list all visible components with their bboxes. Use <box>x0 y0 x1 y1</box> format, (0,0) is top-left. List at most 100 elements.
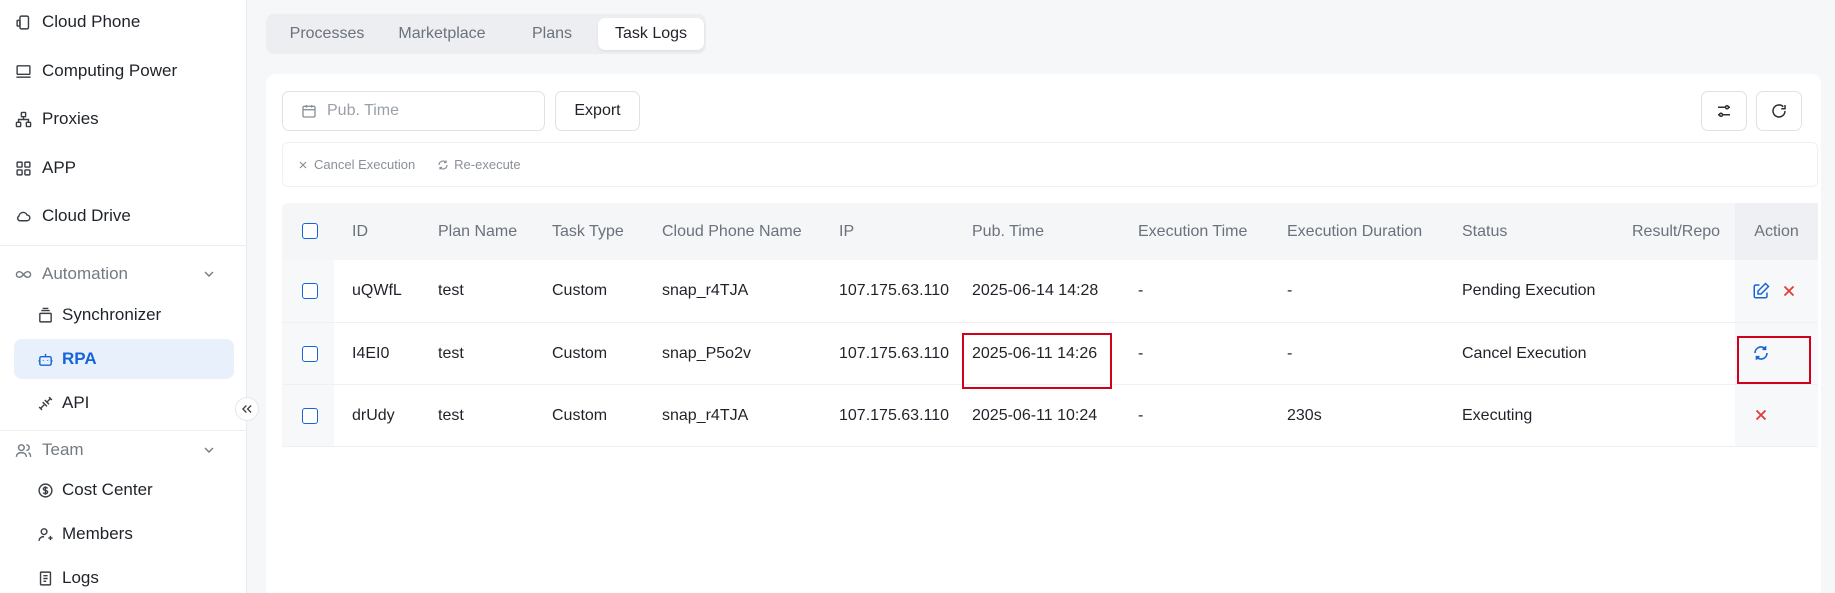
column-header-execution-time[interactable]: Execution Time <box>1138 203 1247 260</box>
sidebar-section-team[interactable]: Team <box>0 430 247 470</box>
cell-ip: 107.175.63.110 <box>839 407 950 424</box>
chevron-down-icon <box>201 442 217 458</box>
cancel-task-button[interactable] <box>1751 405 1771 425</box>
column-settings-button[interactable] <box>1701 91 1747 131</box>
column-header-execution-duration[interactable]: Execution Duration <box>1287 203 1422 260</box>
sidebar-item-api[interactable]: API <box>0 383 247 423</box>
sidebar-item-label: RPA <box>62 349 97 368</box>
re-execute-label: Re-execute <box>454 157 521 172</box>
dollar-icon <box>36 481 54 499</box>
sidebar-item-label: Cloud Drive <box>42 206 131 225</box>
row-checkbox[interactable] <box>302 346 318 362</box>
sidebar-item-computing-power[interactable]: Computing Power <box>0 51 247 91</box>
cloud-icon <box>14 207 32 225</box>
sidebar-item-cloud-phone[interactable]: Cloud Phone <box>0 2 247 42</box>
cell-ip: 107.175.63.110 <box>839 345 950 362</box>
cell-cloud-phone-name: snap_r4TJA <box>662 282 749 299</box>
cell-execution-time: - <box>1138 282 1144 299</box>
sidebar-section-automation[interactable]: Automation <box>0 254 247 294</box>
sidebar-item-logs[interactable]: Logs <box>0 558 247 593</box>
sidebar-item-members[interactable]: Members <box>0 514 247 554</box>
column-header-ip[interactable]: IP <box>839 203 854 260</box>
cloud-phone-icon <box>14 13 32 31</box>
table-row: uQWfL test Custom snap_r4TJA 107.175.63.… <box>282 260 1818 323</box>
cancel-task-button[interactable] <box>1779 281 1799 301</box>
cell-status: Pending Execution <box>1462 282 1596 299</box>
sidebar-item-proxies[interactable]: Proxies <box>0 99 247 139</box>
sliders-icon <box>1715 102 1733 120</box>
re-execute-button[interactable]: Re-execute <box>437 157 521 172</box>
synchronizer-icon <box>36 306 54 324</box>
tab-marketplace[interactable]: Marketplace <box>382 18 502 50</box>
column-header-status[interactable]: Status <box>1462 203 1507 260</box>
re-execute-task-button[interactable] <box>1751 343 1771 363</box>
infinity-icon <box>14 265 32 283</box>
edit-icon <box>1752 282 1770 300</box>
collapse-sidebar-button[interactable] <box>235 397 259 421</box>
sidebar-item-label: APP <box>42 158 77 177</box>
refresh-icon <box>1770 102 1788 120</box>
row-checkbox[interactable] <box>302 408 318 424</box>
monitor-icon <box>14 62 32 80</box>
refresh-button[interactable] <box>1756 91 1802 131</box>
column-header-id[interactable]: ID <box>352 203 368 260</box>
sidebar-item-cloud-drive[interactable]: Cloud Drive <box>0 196 247 236</box>
tab-plans[interactable]: Plans <box>502 18 602 50</box>
double-chevron-left-icon <box>240 402 254 416</box>
sidebar-item-app[interactable]: APP <box>0 148 247 188</box>
close-icon <box>1752 406 1770 424</box>
sidebar-item-synchronizer[interactable]: Synchronizer <box>0 295 247 335</box>
date-placeholder: Pub. Time <box>327 102 400 119</box>
cell-id: uQWfL <box>352 282 402 299</box>
sidebar-section-label: Automation <box>42 264 128 283</box>
column-header-task-type[interactable]: Task Type <box>552 203 624 260</box>
sidebar-section-label: Team <box>42 440 84 459</box>
cell-execution-time: - <box>1138 407 1144 424</box>
cell-ip: 107.175.63.110 <box>839 282 950 299</box>
bulk-action-bar: Cancel Execution Re-execute <box>282 142 1818 187</box>
close-icon <box>297 159 314 171</box>
cell-status: Executing <box>1462 407 1533 424</box>
column-header-result-report[interactable]: Result/Repo <box>1632 203 1732 260</box>
robot-icon <box>36 350 54 368</box>
chevron-down-icon <box>201 266 217 282</box>
sidebar-item-cost-center[interactable]: Cost Center <box>0 470 247 510</box>
apps-grid-icon <box>14 159 32 177</box>
sidebar-item-label: Cloud Phone <box>42 12 141 31</box>
cell-execution-duration: 230s <box>1287 407 1322 424</box>
tab-processes[interactable]: Processes <box>272 18 382 50</box>
sidebar-item-label: Synchronizer <box>62 305 162 324</box>
select-all-checkbox[interactable] <box>302 223 318 239</box>
row-actions <box>1735 323 1818 384</box>
column-header-plan-name[interactable]: Plan Name <box>438 203 517 260</box>
sidebar-item-label: Logs <box>62 568 99 587</box>
sidebar-item-label: API <box>62 393 90 412</box>
cancel-execution-button[interactable]: Cancel Execution <box>297 157 415 172</box>
export-button[interactable]: Export <box>555 91 640 131</box>
sidebar-item-label: Computing Power <box>42 61 178 80</box>
column-header-pub-time[interactable]: Pub. Time <box>972 203 1044 260</box>
row-checkbox[interactable] <box>302 283 318 299</box>
cell-pub-time: 2025-06-14 14:28 <box>972 282 1099 299</box>
task-logs-panel: Pub. Time Export Cancel Execution Re-exe… <box>266 74 1821 593</box>
tab-task-logs[interactable]: Task Logs <box>598 18 704 50</box>
cell-task-type: Custom <box>552 345 608 362</box>
refresh-icon <box>437 159 454 171</box>
cell-cloud-phone-name: snap_r4TJA <box>662 407 749 424</box>
column-header-cloud-phone-name[interactable]: Cloud Phone Name <box>662 203 802 260</box>
refresh-icon <box>1752 344 1770 362</box>
calendar-icon <box>301 103 317 119</box>
cell-cloud-phone-name: snap_P5o2v <box>662 345 751 362</box>
sidebar-item-label: Members <box>62 524 133 543</box>
members-icon <box>36 525 54 543</box>
cell-id: drUdy <box>352 407 395 424</box>
cell-plan-name: test <box>438 345 464 362</box>
column-header-action: Action <box>1735 203 1818 260</box>
edit-button[interactable] <box>1751 281 1771 301</box>
cancel-execution-label: Cancel Execution <box>314 157 416 172</box>
sidebar-item-label: Cost Center <box>62 480 153 499</box>
cell-execution-time: - <box>1138 345 1144 362</box>
proxies-icon <box>14 110 32 128</box>
sidebar-item-rpa[interactable]: RPA <box>14 339 234 379</box>
pub-time-date-picker[interactable]: Pub. Time <box>282 91 545 131</box>
